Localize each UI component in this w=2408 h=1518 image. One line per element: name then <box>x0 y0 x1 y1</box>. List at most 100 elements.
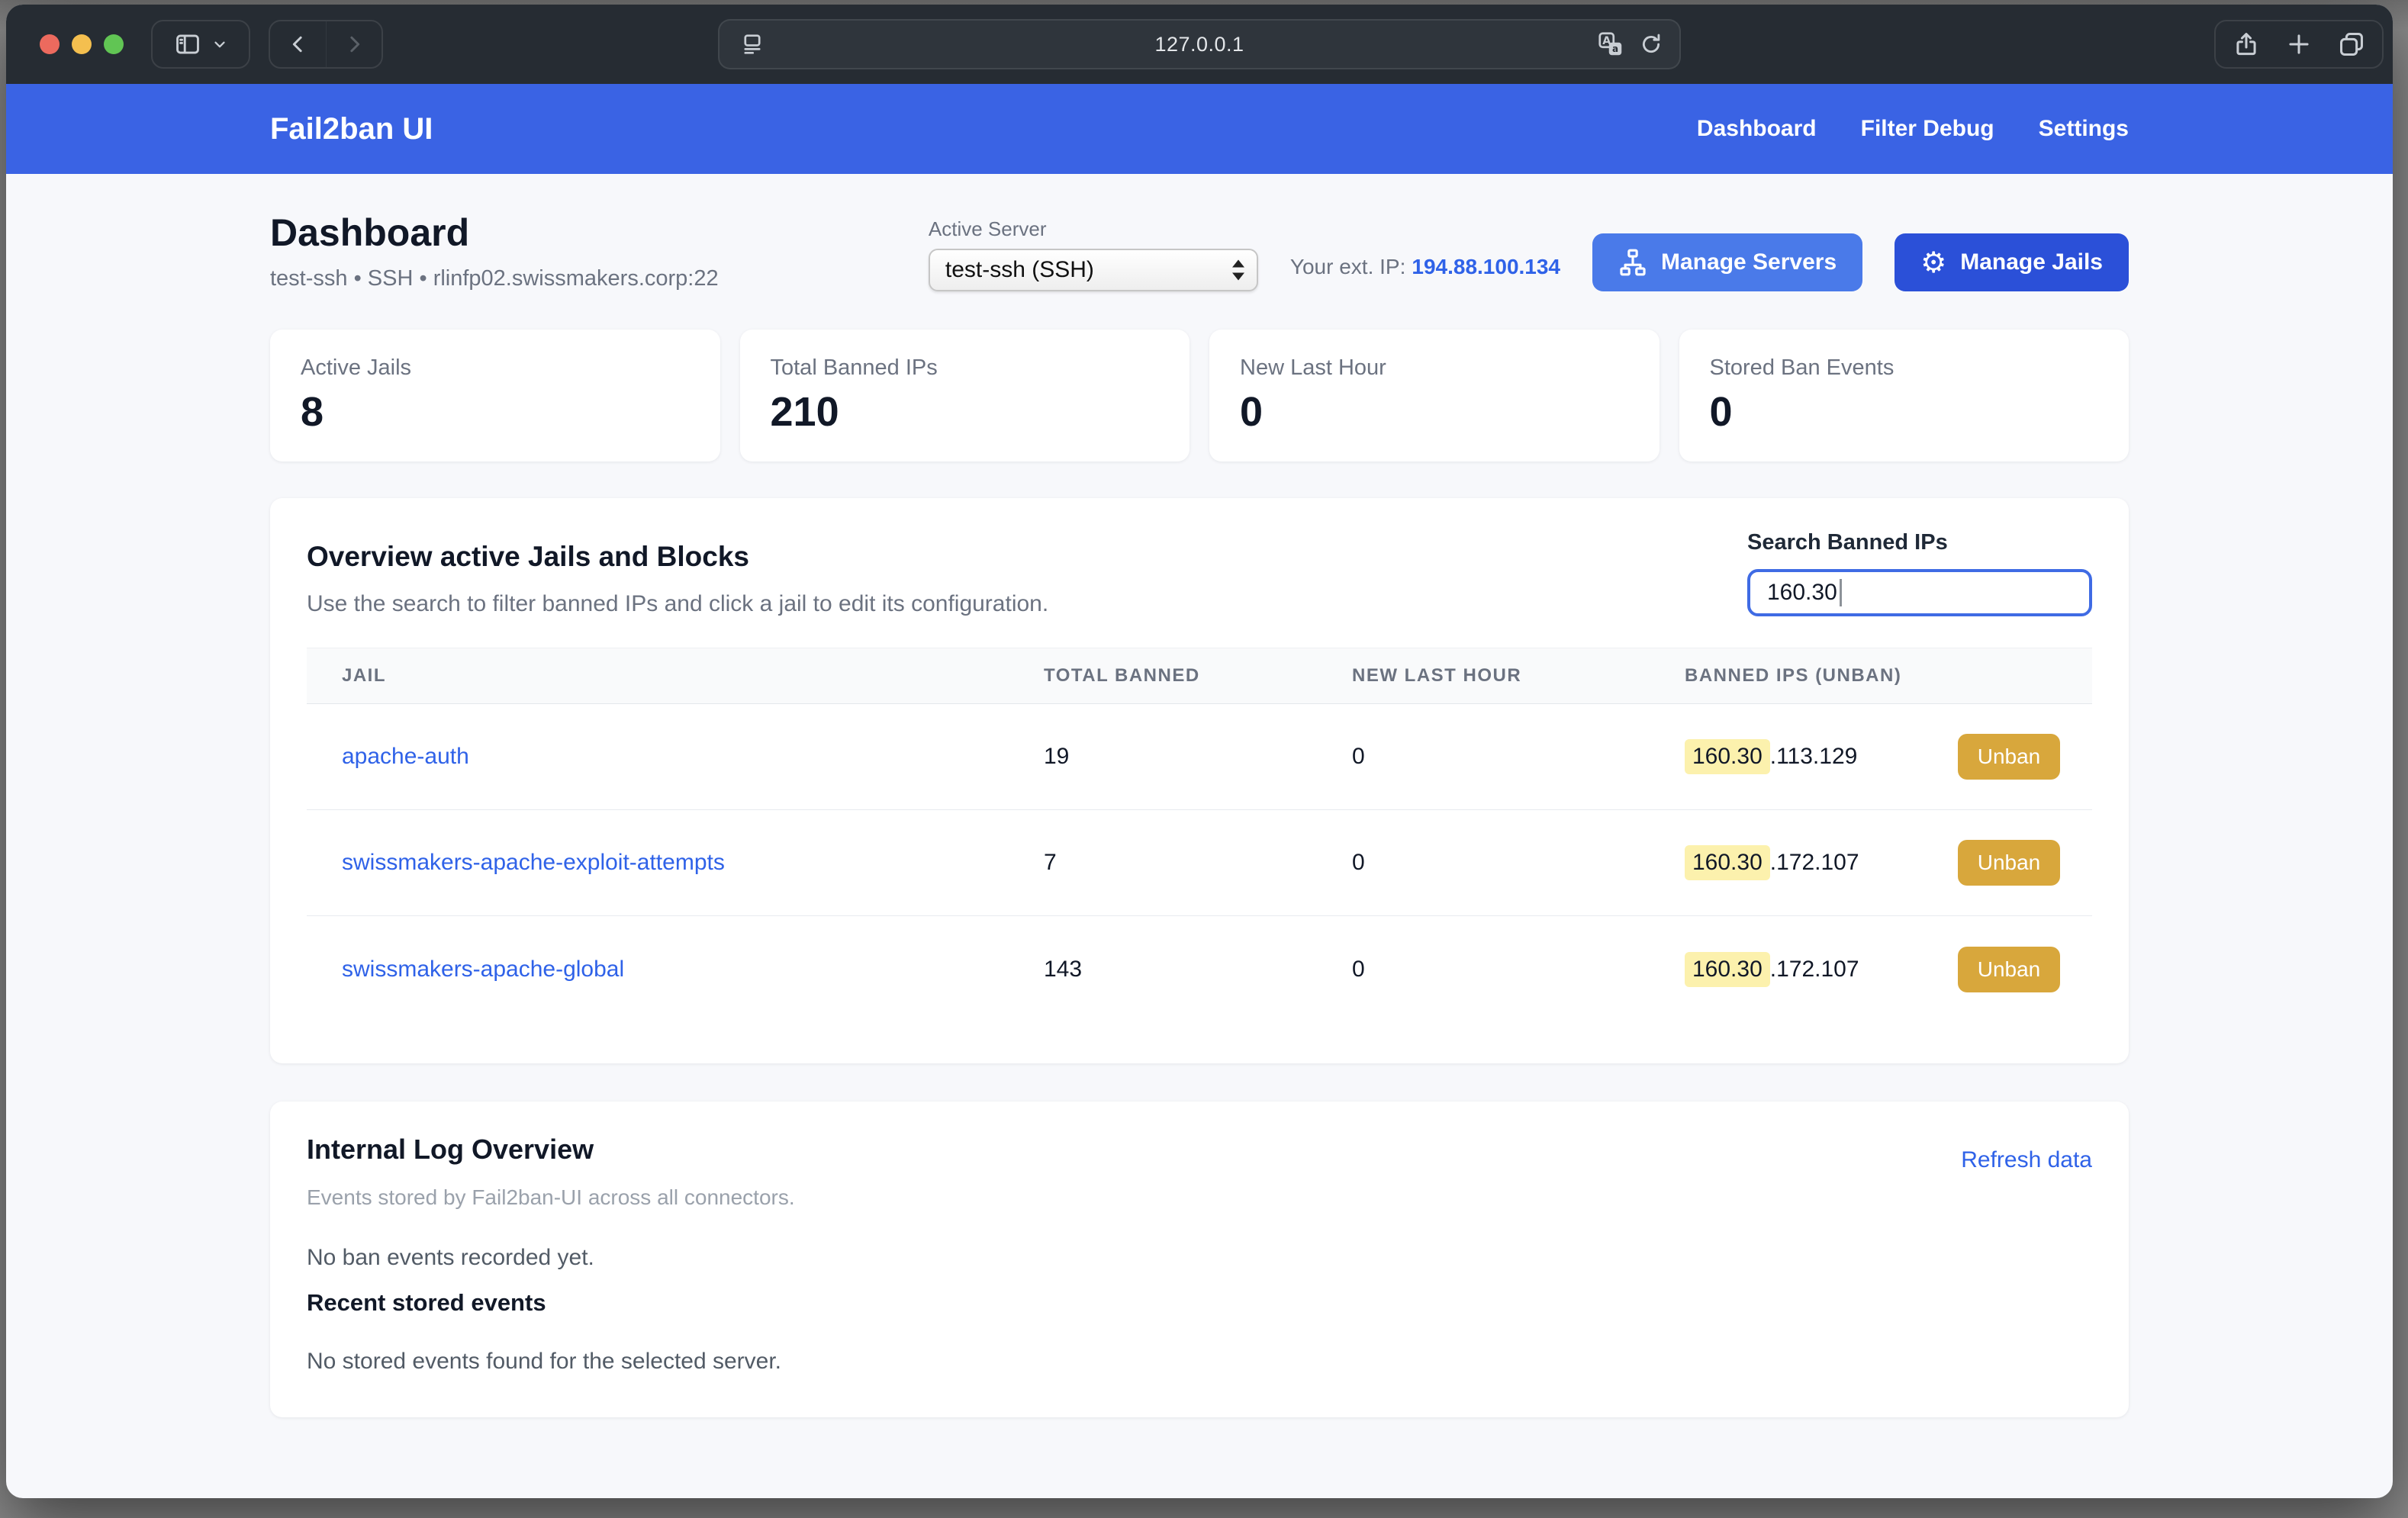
browser-titlebar: 127.0.0.1 A a <box>6 5 2393 84</box>
text-cursor <box>1840 579 1842 606</box>
gear-icon: ⚙ <box>1920 248 1946 277</box>
internal-log-panel: Internal Log Overview Refresh data Event… <box>270 1102 2129 1417</box>
external-ip-link[interactable]: 194.88.100.134 <box>1412 255 1560 278</box>
stat-label: New Last Hour <box>1240 355 1629 381</box>
table-row: swissmakers-apache-exploit-attempts 7 0 … <box>307 810 2092 916</box>
active-server-label: Active Server <box>929 217 1258 241</box>
manage-jails-button[interactable]: ⚙ Manage Jails <box>1895 233 2129 291</box>
stat-label: Active Jails <box>301 355 690 381</box>
log-description: Events stored by Fail2ban-UI across all … <box>307 1185 2092 1210</box>
stat-card-new-last-hour: New Last Hour 0 <box>1209 330 1660 462</box>
no-stored-events-text: No stored events found for the selected … <box>307 1349 2092 1375</box>
jail-link[interactable]: swissmakers-apache-exploit-attempts <box>307 850 725 875</box>
share-icon[interactable] <box>2232 30 2261 59</box>
total-banned-value: 143 <box>1044 957 1352 983</box>
jails-table: JAIL TOTAL BANNED NEW LAST HOUR BANNED I… <box>307 648 2092 1022</box>
page-header: Dashboard test-ssh • SSH • rlinfp02.swis… <box>270 212 2129 291</box>
tabs-overview-icon[interactable] <box>2337 30 2366 59</box>
stat-value: 0 <box>1240 388 1629 436</box>
page-title: Dashboard <box>270 212 719 254</box>
new-last-hour-value: 0 <box>1352 850 1685 876</box>
page-settings-icon[interactable] <box>739 31 765 57</box>
no-ban-events-text: No ban events recorded yet. <box>307 1245 2092 1271</box>
ip-rest: .113.129 <box>1770 744 1858 770</box>
sidebar-icon <box>173 30 202 59</box>
ip-highlight: 160.30 <box>1685 845 1770 880</box>
recent-stored-events-title: Recent stored events <box>307 1289 2092 1317</box>
active-server-select[interactable]: test-ssh (SSH) <box>929 249 1258 291</box>
history-nav <box>269 20 383 69</box>
overview-panel: Overview active Jails and Blocks Use the… <box>270 498 2129 1063</box>
external-ip: Your ext. IP: 194.88.100.134 <box>1290 255 1560 291</box>
external-ip-label: Your ext. IP: <box>1290 255 1406 278</box>
stat-label: Stored Ban Events <box>1710 355 2099 381</box>
unban-button[interactable]: Unban <box>1958 734 2060 780</box>
page-content: Dashboard test-ssh • SSH • rlinfp02.swis… <box>6 174 2393 1498</box>
stat-card-active-jails: Active Jails 8 <box>270 330 720 462</box>
total-banned-value: 7 <box>1044 850 1352 876</box>
new-last-hour-value: 0 <box>1352 957 1685 983</box>
nav-links: Dashboard Filter Debug Settings <box>1697 116 2129 142</box>
stat-card-total-banned: Total Banned IPs 210 <box>740 330 1190 462</box>
nav-link-settings[interactable]: Settings <box>2039 116 2129 142</box>
table-row: apache-auth 19 0 160.30.113.129 Unban <box>307 704 2092 810</box>
stat-value: 0 <box>1710 388 2099 436</box>
traffic-lights <box>40 5 124 84</box>
toolbar-right-cluster <box>2214 20 2384 69</box>
jail-link[interactable]: swissmakers-apache-global <box>307 957 624 982</box>
svg-text:a: a <box>1612 43 1618 54</box>
address-bar[interactable]: 127.0.0.1 A a <box>718 19 1681 69</box>
stat-card-stored-ban-events: Stored Ban Events 0 <box>1679 330 2130 462</box>
column-header-banned-ips: BANNED IPS (UNBAN) <box>1685 665 2092 687</box>
overview-title: Overview active Jails and Blocks <box>307 541 1048 573</box>
overview-description: Use the search to filter banned IPs and … <box>307 591 1048 617</box>
chevron-down-icon <box>211 36 228 53</box>
unban-button[interactable]: Unban <box>1958 840 2060 886</box>
translate-icon[interactable]: A a <box>1597 31 1624 58</box>
refresh-data-link[interactable]: Refresh data <box>1961 1147 2092 1173</box>
column-header-jail: JAIL <box>307 665 1044 687</box>
url-text: 127.0.0.1 <box>1154 33 1244 56</box>
search-banned-ips-input[interactable]: 160.30 <box>1747 569 2092 616</box>
ip-rest: .172.107 <box>1770 957 1859 983</box>
total-banned-value: 19 <box>1044 744 1352 770</box>
active-server-value: test-ssh (SSH) <box>945 257 1094 283</box>
reload-icon[interactable] <box>1638 31 1664 57</box>
manage-servers-button[interactable]: Manage Servers <box>1592 233 1862 291</box>
nav-link-filter-debug[interactable]: Filter Debug <box>1861 116 1994 142</box>
search-banned-ips-label: Search Banned IPs <box>1747 530 2092 555</box>
app-navbar: Fail2ban UI Dashboard Filter Debug Setti… <box>6 84 2393 174</box>
column-header-total-banned: TOTAL BANNED <box>1044 665 1352 687</box>
browser-window: 127.0.0.1 A a <box>6 5 2393 1498</box>
jails-table-header: JAIL TOTAL BANNED NEW LAST HOUR BANNED I… <box>307 648 2092 704</box>
stat-value: 210 <box>771 388 1160 436</box>
table-row: swissmakers-apache-global 143 0 160.30.1… <box>307 916 2092 1022</box>
window-zoom-button[interactable] <box>104 34 124 54</box>
app-brand[interactable]: Fail2ban UI <box>270 112 433 146</box>
window-minimize-button[interactable] <box>72 34 92 54</box>
sitemap-icon <box>1618 248 1647 277</box>
select-arrows-icon <box>1232 260 1244 281</box>
stat-label: Total Banned IPs <box>771 355 1160 381</box>
log-title: Internal Log Overview <box>307 1134 594 1166</box>
unban-button[interactable]: Unban <box>1958 947 2060 992</box>
forward-button[interactable] <box>326 21 381 67</box>
ip-rest: .172.107 <box>1770 850 1859 876</box>
nav-link-dashboard[interactable]: Dashboard <box>1697 116 1817 142</box>
ip-highlight: 160.30 <box>1685 739 1770 774</box>
page-subtitle: test-ssh • SSH • rlinfp02.swissmakers.co… <box>270 266 719 291</box>
stat-value: 8 <box>301 388 690 436</box>
ip-highlight: 160.30 <box>1685 952 1770 987</box>
forward-icon <box>343 33 365 56</box>
column-header-new-last-hour: NEW LAST HOUR <box>1352 665 1685 687</box>
sidebar-toggle-button[interactable] <box>151 20 250 69</box>
stats-row: Active Jails 8 Total Banned IPs 210 New … <box>270 330 2129 462</box>
new-last-hour-value: 0 <box>1352 744 1685 770</box>
search-value: 160.30 <box>1767 580 1837 606</box>
window-close-button[interactable] <box>40 34 60 54</box>
desktop-backdrop: 127.0.0.1 A a <box>0 0 2408 1518</box>
back-button[interactable] <box>270 21 326 67</box>
jail-link[interactable]: apache-auth <box>307 744 469 769</box>
new-tab-icon[interactable] <box>2284 30 2313 59</box>
back-icon <box>287 33 310 56</box>
